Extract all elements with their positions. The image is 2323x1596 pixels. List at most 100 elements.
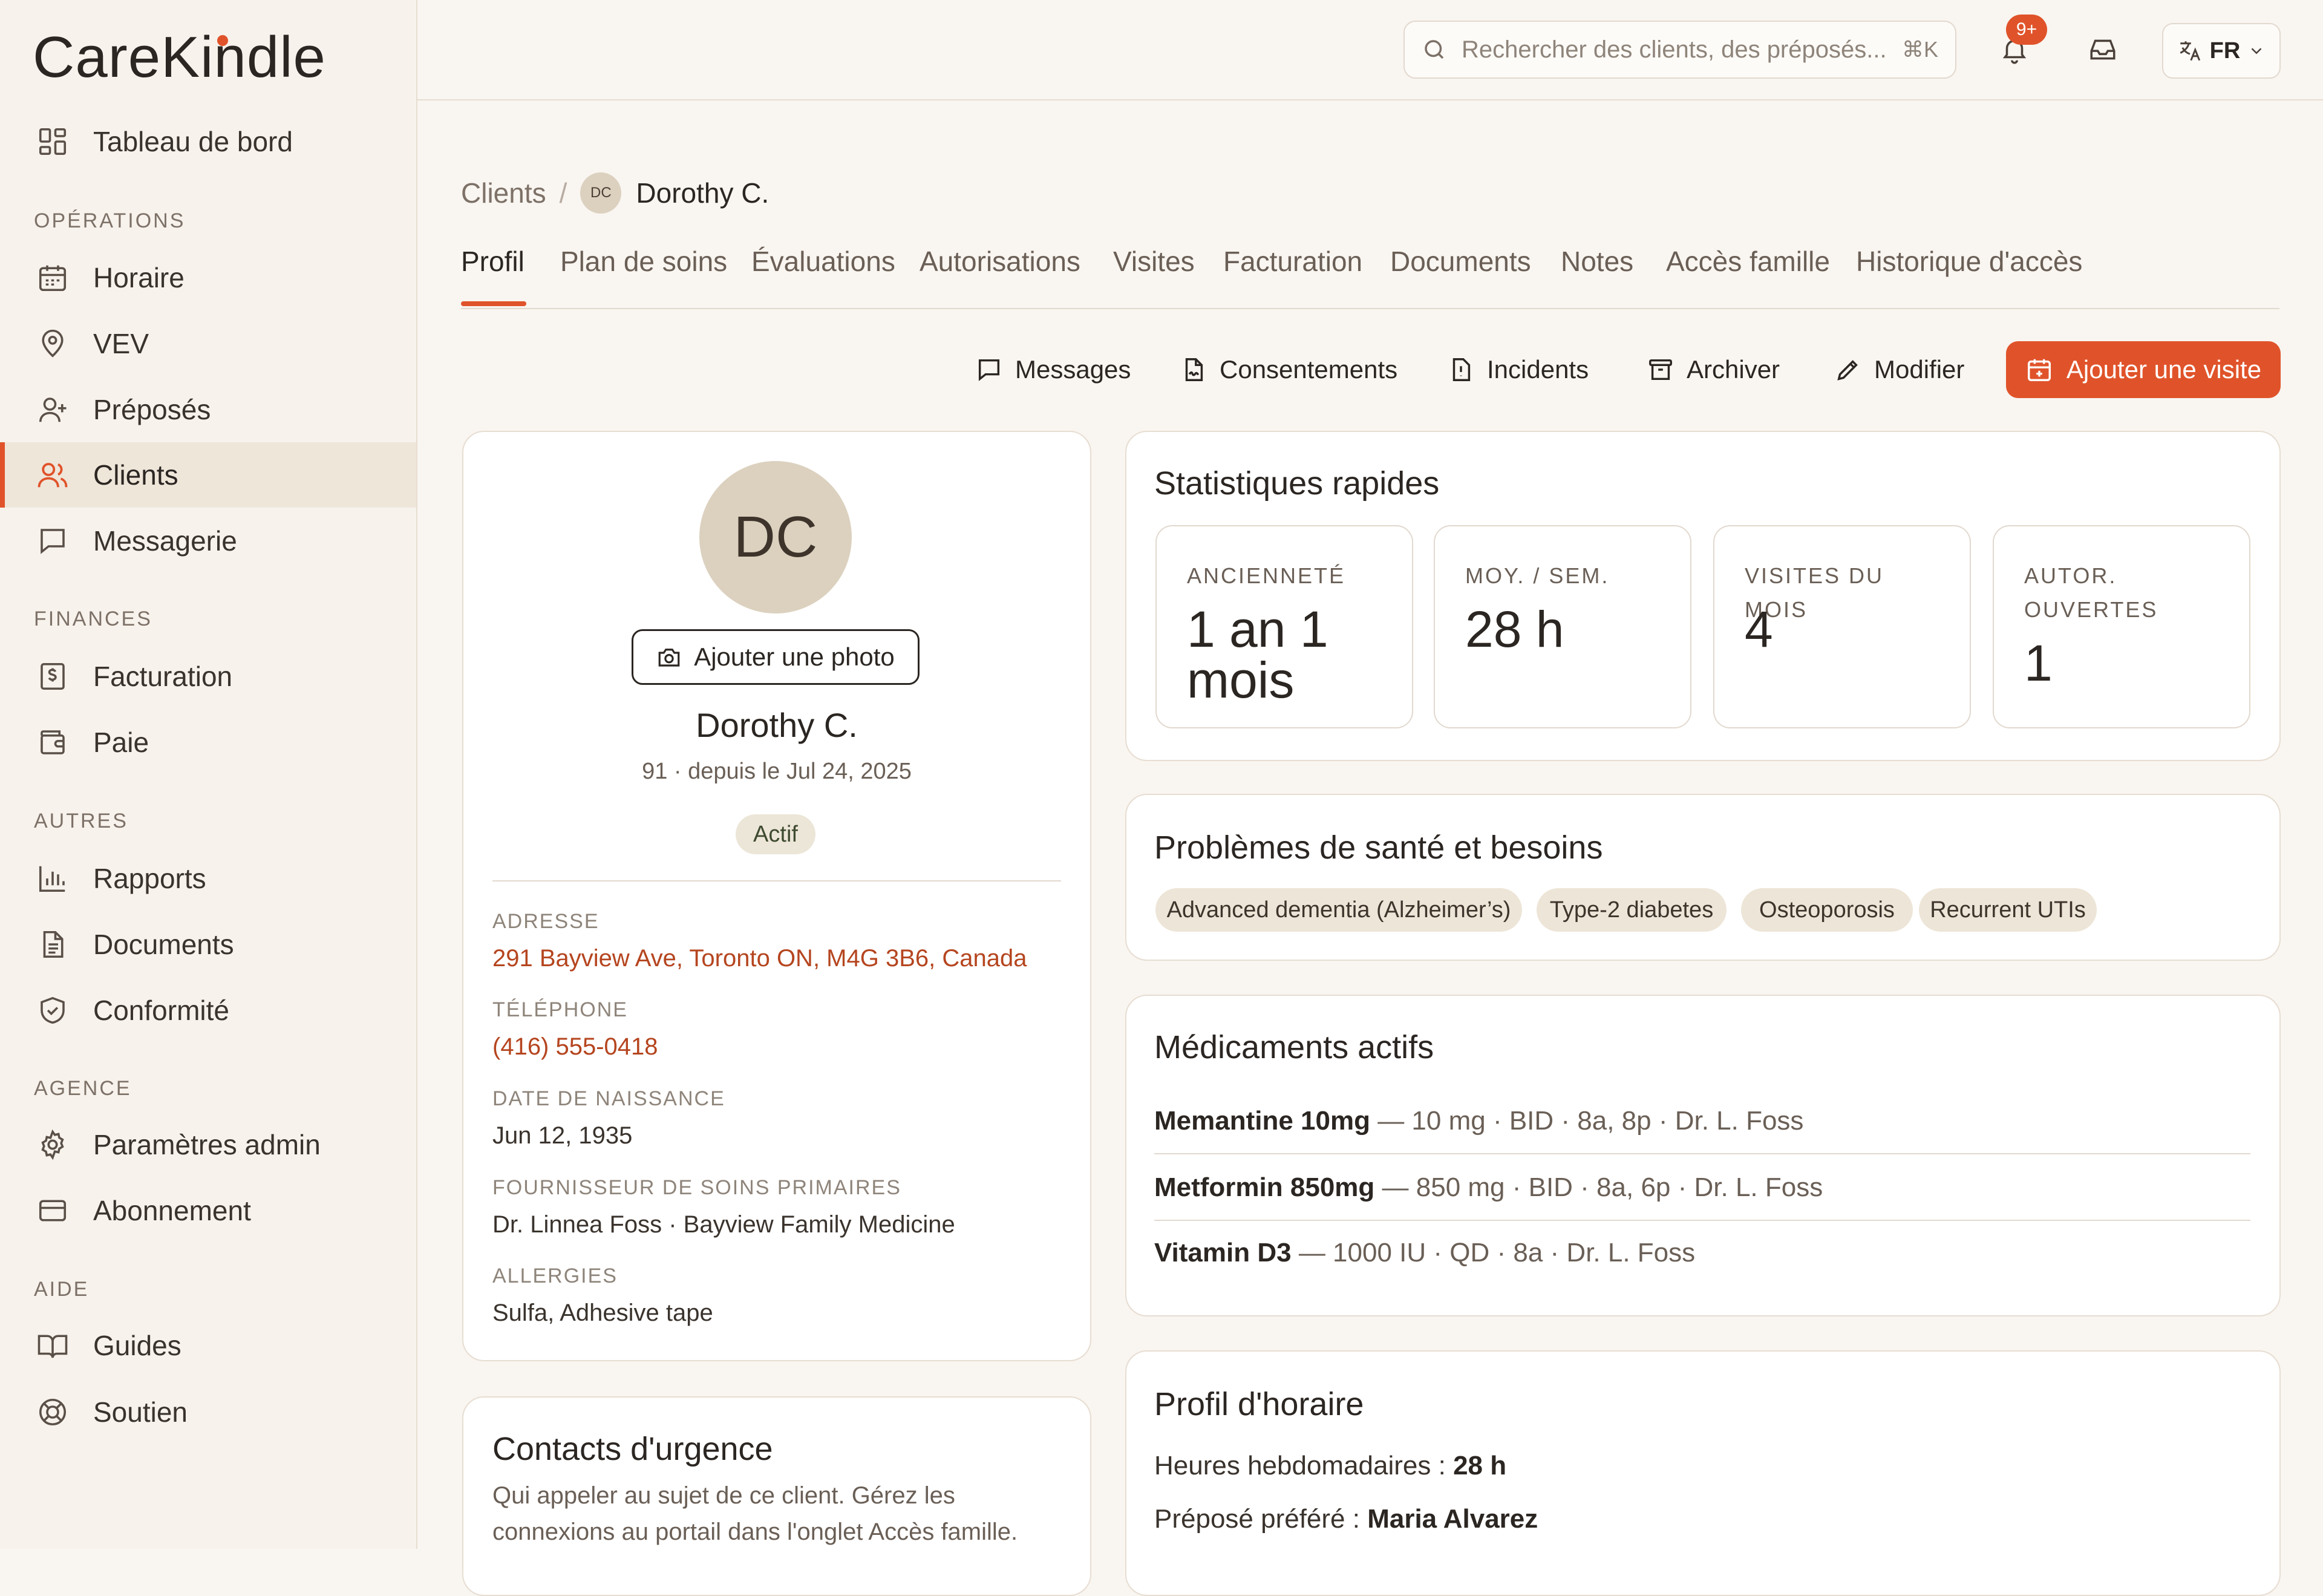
messages-button[interactable]: Messages (975, 341, 1131, 398)
section-label-operations: OPÉRATIONS (34, 209, 186, 232)
edit-button[interactable]: Modifier (1834, 341, 1964, 398)
sidebar-item-billing[interactable]: Facturation (0, 644, 416, 709)
client-age-since: 91 · depuis le Jul 24, 2025 (642, 759, 912, 784)
emergency-description-line-1: Qui appeler au sujet de ce client. Gérez… (492, 1482, 955, 1509)
inbox-icon (2090, 39, 2116, 60)
stat-label: AUTOR. OUVERTES (2024, 563, 2158, 622)
preferred-caregiver-value: Maria Alvarez (1367, 1504, 1538, 1534)
lifebuoy-icon (39, 1398, 67, 1426)
tab-documents[interactable]: Documents (1390, 245, 1531, 278)
add-visit-label: Ajouter une visite (2066, 355, 2262, 384)
sidebar-item-vev[interactable]: VEV (0, 311, 416, 376)
archive-label: Archiver (1687, 355, 1780, 384)
client-name: Dorothy C. (696, 706, 858, 744)
sidebar-item-schedule[interactable]: Horaire (0, 245, 416, 310)
sidebar-item-compliance[interactable]: Conformité (0, 978, 416, 1043)
tab-visits[interactable]: Visites (1113, 245, 1195, 278)
medication-divider (1154, 1220, 2250, 1221)
user-plus-icon (39, 397, 67, 422)
allergies-value: Sulfa, Adhesive tape (492, 1300, 713, 1326)
stat-value: 1 (2024, 635, 2053, 692)
sidebar-item-payroll[interactable]: Paie (0, 710, 416, 775)
condition-chip: Type-2 diabetes (1537, 888, 1727, 932)
section-label-help: AIDE (34, 1278, 90, 1301)
archive-icon (1649, 359, 1672, 381)
schedule-profile-title: Profil d'horaire (1154, 1386, 1364, 1422)
tab-family-access[interactable]: Accès famille (1666, 245, 1830, 278)
sidebar-item-dashboard[interactable]: Tableau de bord (0, 109, 416, 174)
sidebar-item-subscription[interactable]: Abonnement (0, 1178, 416, 1243)
incidents-label: Incidents (1487, 355, 1589, 384)
add-visit-button[interactable]: Ajouter une visite (2006, 341, 2281, 398)
tab-billing[interactable]: Facturation (1223, 245, 1362, 278)
shield-check-icon (41, 996, 65, 1024)
messages-label: Messages (1015, 355, 1131, 384)
tab-access-history[interactable]: Historique d'accès (1856, 245, 2082, 278)
emergency-description-line-2: connexions au portail dans l'onglet Accè… (492, 1519, 1018, 1545)
sidebar-item-clients[interactable]: Clients (0, 442, 416, 508)
tab-profile[interactable]: Profil (461, 245, 524, 278)
dashboard-icon (39, 128, 67, 155)
incidents-button[interactable]: Incidents (1447, 341, 1589, 398)
profile-divider (492, 880, 1061, 881)
weekly-hours-row: Heures hebdomadaires : 28 h (1154, 1451, 1506, 1481)
tab-assessments[interactable]: Évaluations (751, 245, 895, 278)
birthdate-label: DATE DE NAISSANCE (492, 1087, 725, 1110)
inbox-button[interactable] (2074, 21, 2132, 79)
address-link[interactable]: 291 Bayview Ave, Toronto ON, M4G 3B6, Ca… (492, 945, 1027, 972)
credit-card-icon (39, 1200, 67, 1222)
sidebar-item-reports[interactable]: Rapports (0, 846, 416, 911)
document-icon (43, 930, 64, 958)
health-needs-title: Problèmes de santé et besoins (1154, 829, 1603, 866)
sidebar-item-caregivers[interactable]: Préposés (0, 377, 416, 442)
sidebar-item-label: Horaire (93, 262, 185, 293)
phone-link[interactable]: (416) 555-0418 (492, 1033, 658, 1061)
primary-care-label: FOURNISSEUR DE SOINS PRIMAIRES (492, 1176, 901, 1199)
users-icon (38, 463, 68, 488)
stat-monthly-visits: VISITES DU MOIS 4 (1713, 525, 1971, 728)
sidebar-item-label: Clients (93, 459, 178, 491)
medication-row: Metformin 850mg — 850 mg · BID · 8a, 6p … (1154, 1172, 1823, 1203)
calendar-icon (39, 265, 67, 292)
stat-value: 1 an 1 mois (1187, 601, 1328, 708)
sidebar-item-guides[interactable]: Guides (0, 1313, 416, 1378)
sidebar-item-label: Abonnement (93, 1195, 251, 1226)
sidebar-item-messaging[interactable]: Messagerie (0, 508, 416, 574)
map-pin-icon (42, 329, 64, 358)
quick-stats-title: Statistiques rapides (1154, 465, 1440, 502)
section-label-others: AUTRES (34, 809, 128, 832)
sidebar-item-documents[interactable]: Documents (0, 912, 416, 977)
tab-notes[interactable]: Notes (1561, 245, 1633, 278)
sidebar-item-label: Préposés (93, 394, 211, 425)
client-avatar: DC (699, 461, 852, 613)
tab-care-plan[interactable]: Plan de soins (560, 245, 727, 278)
consents-button[interactable]: Consentements (1180, 341, 1397, 398)
global-search[interactable]: ⌘K (1403, 21, 1956, 79)
allergies-label: ALLERGIES (492, 1264, 618, 1287)
medication-row: Memantine 10mg — 10 mg · BID · 8a, 8p · … (1154, 1106, 1803, 1136)
add-photo-label: Ajouter une photo (694, 643, 895, 671)
tab-authorizations[interactable]: Autorisations (920, 245, 1080, 278)
search-input[interactable] (1460, 35, 1902, 64)
medication-detail: — 10 mg · BID · 8a, 8p · Dr. L. Foss (1370, 1106, 1804, 1136)
sidebar-item-admin-settings[interactable]: Paramètres admin (0, 1112, 416, 1177)
weekly-hours-value: 28 h (1453, 1451, 1507, 1480)
stat-label: MOY. / SEM. (1465, 563, 1610, 588)
condition-chip: Osteoporosis (1741, 888, 1913, 932)
health-needs-card (1125, 794, 2281, 961)
add-photo-button[interactable]: Ajouter une photo (632, 629, 920, 685)
wallet-icon (41, 730, 65, 754)
archive-button[interactable]: Archiver (1647, 341, 1780, 398)
address-label: ADRESSE (492, 910, 600, 933)
stat-weekly-average: MOY. / SEM. 28 h (1434, 525, 1691, 728)
stat-label: ANCIENNETÉ (1187, 563, 1346, 588)
message-icon (41, 529, 65, 554)
sidebar-item-support[interactable]: Soutien (0, 1379, 416, 1445)
signed-document-icon (1185, 358, 1203, 381)
primary-care-value: Dr. Linnea Foss · Bayview Family Medicin… (492, 1211, 955, 1238)
language-switcher[interactable]: FR (2162, 23, 2281, 79)
app-logo[interactable]: CareKindle (33, 24, 326, 91)
book-icon (38, 1335, 68, 1358)
breadcrumb-clients-link[interactable]: Clients (461, 177, 546, 209)
medication-name: Memantine 10mg (1154, 1106, 1370, 1136)
